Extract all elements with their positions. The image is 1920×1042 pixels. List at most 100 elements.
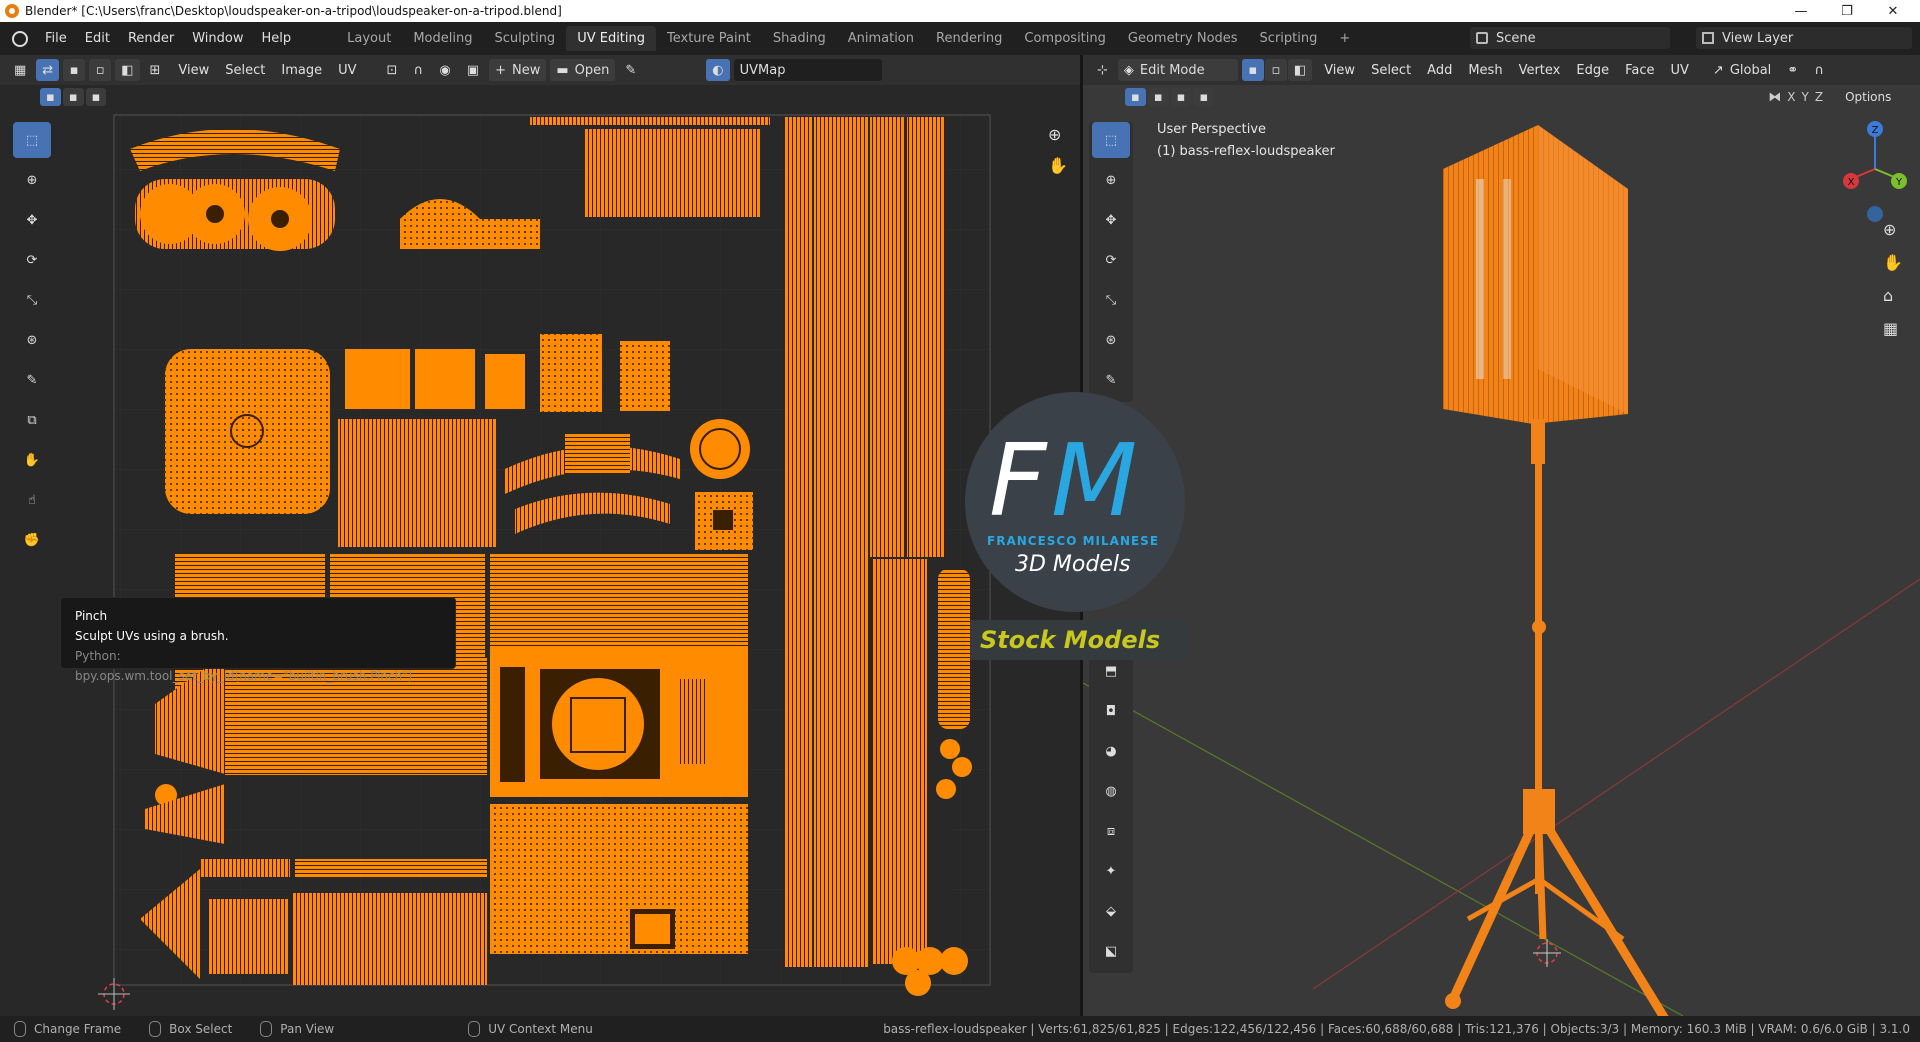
poly-build-icon[interactable]: ✦ (1092, 853, 1130, 889)
knife-icon[interactable]: ⧈ (1092, 813, 1130, 849)
mirror-y-toggle[interactable]: Y (1801, 90, 1808, 104)
viewport-scene[interactable] (1083, 109, 1920, 1016)
pinch-brush-icon[interactable]: ✊ (13, 522, 51, 558)
tab-sculpting[interactable]: Sculpting (483, 26, 566, 51)
pin-icon[interactable]: ✎ (619, 59, 642, 81)
mirror-icon[interactable]: ⧓ (1768, 90, 1781, 105)
spin-icon[interactable]: ⬙ (1092, 893, 1130, 929)
vp-menu-face[interactable]: Face (1617, 63, 1662, 78)
editor-type-icon[interactable]: ▦ (8, 59, 32, 81)
rip-tool-icon[interactable]: ⧉ (13, 402, 51, 438)
vertex-mode-icon[interactable]: ▪ (1241, 59, 1264, 81)
snap-3d-icon[interactable]: ∩ (1808, 59, 1830, 81)
editor-type-3d-icon[interactable]: ⊹ (1091, 59, 1114, 81)
tab-layout[interactable]: Layout (336, 26, 402, 51)
face-select-icon[interactable]: ◧ (115, 59, 140, 81)
mode-selector[interactable]: ◈ Edit Mode (1117, 59, 1238, 81)
navigation-gizmo[interactable]: Z X Y (1833, 117, 1913, 227)
menu-file[interactable]: File (36, 31, 76, 46)
overlay-toggle-icon[interactable]: ◐ (706, 59, 730, 81)
face-mode-icon[interactable]: ◧ (1287, 59, 1313, 81)
relax-brush-icon[interactable]: ☝ (13, 482, 51, 518)
new-image-button[interactable]: + New (489, 59, 547, 81)
grab-brush-icon[interactable]: ✋ (13, 442, 51, 478)
vp-annotate-icon[interactable]: ✎ (1092, 362, 1130, 398)
vp-menu-uv[interactable]: UV (1663, 63, 1697, 78)
vp-menu-mesh[interactable]: Mesh (1460, 63, 1510, 78)
pivot-icon[interactable]: ⊡ (381, 59, 404, 81)
view-layer-selector[interactable]: View Layer (1696, 27, 1912, 49)
snap-icon[interactable]: ∩ (407, 59, 429, 81)
vp-select-invert-icon[interactable]: ▪ (1193, 88, 1215, 106)
inset-icon[interactable]: ◘ (1092, 693, 1130, 729)
menu-edit[interactable]: Edit (76, 31, 119, 46)
vp-select-subtract-icon[interactable]: ▪ (1170, 88, 1192, 106)
mirror-x-toggle[interactable]: X (1787, 90, 1795, 104)
options-dropdown[interactable]: Options (1845, 90, 1891, 104)
shear-icon[interactable]: ⬕ (1092, 933, 1130, 969)
vp-menu-add[interactable]: Add (1419, 63, 1460, 78)
uv-menu-image[interactable]: Image (273, 63, 330, 78)
vp-select-box-icon[interactable]: ⬚ (1092, 122, 1130, 158)
ortho-grid-icon[interactable]: ▦ (1883, 319, 1903, 338)
tab-shading[interactable]: Shading (762, 26, 837, 51)
edge-select-icon[interactable]: ▫ (89, 59, 112, 81)
mirror-z-toggle[interactable]: Z (1815, 90, 1823, 104)
blender-menu-icon[interactable] (12, 30, 28, 47)
tab-geometry-nodes[interactable]: Geometry Nodes (1117, 26, 1249, 51)
tab-uv-editing[interactable]: UV Editing (566, 26, 657, 51)
vp-menu-view[interactable]: View (1316, 63, 1363, 78)
tab-texture-paint[interactable]: Texture Paint (656, 26, 762, 51)
vp-select-extend-icon[interactable]: ▪ (1147, 88, 1169, 106)
scene-selector[interactable]: Scene (1470, 27, 1670, 49)
vp-scale-icon[interactable]: ⤡ (1092, 282, 1130, 318)
proportional-edit-icon[interactable]: ◉ (433, 59, 456, 81)
orientation-selector[interactable]: ↗ Global (1707, 59, 1777, 81)
vp-menu-select[interactable]: Select (1363, 63, 1419, 78)
add-workspace-button[interactable]: + (1328, 26, 1361, 51)
cursor-tool-icon[interactable]: ⊕ (13, 162, 51, 198)
select-new-icon[interactable]: ▪ (40, 88, 61, 106)
uv-editor[interactable]: ▦ ⇄ ▪ ▫ ◧ ⊞ View Select Image UV ⊡ ∩ ◉ ▣… (0, 55, 1080, 1016)
uvmap-selector[interactable]: UVMap (733, 59, 882, 81)
vp-move-icon[interactable]: ✥ (1092, 202, 1130, 238)
menu-window[interactable]: Window (183, 31, 252, 46)
open-image-button[interactable]: ▬ Open (550, 59, 616, 81)
scale-tool-icon[interactable]: ⤡ (13, 282, 51, 318)
vp-rotate-icon[interactable]: ⟳ (1092, 242, 1130, 278)
tab-animation[interactable]: Animation (837, 26, 925, 51)
vp-cursor-icon[interactable]: ⊕ (1092, 162, 1130, 198)
uv-canvas[interactable] (0, 109, 1080, 1016)
sync-selection-icon[interactable]: ⇄ (36, 59, 60, 81)
camera-view-icon[interactable]: ⌂ (1883, 286, 1903, 305)
vertex-select-icon[interactable]: ▪ (63, 59, 86, 81)
link-icon[interactable]: ⚭ (1781, 59, 1804, 81)
tab-modeling[interactable]: Modeling (402, 26, 483, 51)
menu-help[interactable]: Help (253, 31, 301, 46)
vp-menu-vertex[interactable]: Vertex (1511, 63, 1569, 78)
vp-select-new-icon[interactable]: ▪ (1125, 88, 1146, 106)
select-subtract-icon[interactable]: ▪ (85, 88, 107, 106)
select-extend-icon[interactable]: ▪ (62, 88, 84, 106)
tab-compositing[interactable]: Compositing (1013, 26, 1117, 51)
edge-mode-icon[interactable]: ▫ (1264, 59, 1287, 81)
vp-menu-edge[interactable]: Edge (1568, 63, 1617, 78)
close-button[interactable]: ✕ (1870, 0, 1916, 22)
loop-cut-icon[interactable]: ◍ (1092, 773, 1130, 809)
vp-transform-icon[interactable]: ⊛ (1092, 322, 1130, 358)
sticky-mode-icon[interactable]: ⊞ (144, 59, 167, 81)
3d-viewport[interactable]: ⊹ ◈ Edit Mode ▪ ▫ ◧ View Select Add Mesh … (1083, 55, 1920, 1016)
move-tool-icon[interactable]: ✥ (13, 202, 51, 238)
zoom-icon[interactable]: ⊕ (1048, 125, 1068, 144)
vp-pan-hand-icon[interactable]: ✋ (1883, 253, 1903, 272)
bevel-icon[interactable]: ◕ (1092, 733, 1130, 769)
pan-hand-icon[interactable]: ✋ (1048, 156, 1068, 175)
maximize-button[interactable]: ❐ (1824, 0, 1870, 22)
uv-menu-select[interactable]: Select (217, 63, 273, 78)
transform-tool-icon[interactable]: ⊛ (13, 322, 51, 358)
minimize-button[interactable]: — (1778, 0, 1824, 22)
tab-scripting[interactable]: Scripting (1249, 26, 1329, 51)
tab-rendering[interactable]: Rendering (925, 26, 1013, 51)
uv-menu-view[interactable]: View (170, 63, 217, 78)
uv-menu-uv[interactable]: UV (330, 63, 364, 78)
